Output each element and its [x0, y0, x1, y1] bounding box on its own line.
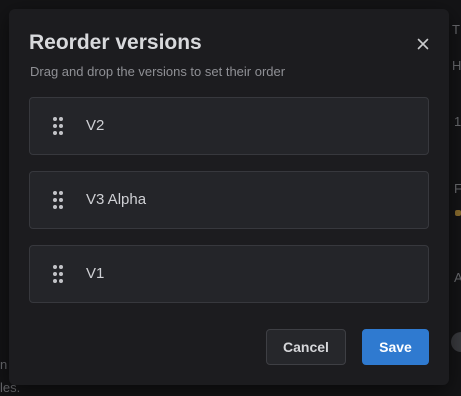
close-icon: [417, 38, 429, 50]
save-button[interactable]: Save: [362, 329, 429, 365]
drag-handle-icon[interactable]: [52, 190, 64, 210]
dialog-title: Reorder versions: [29, 31, 202, 54]
version-list: V2 V3 Alpha V1: [29, 97, 429, 319]
background-text-fragment: F: [454, 181, 461, 196]
background-text-fragment: n: [0, 357, 8, 372]
close-button[interactable]: [413, 34, 433, 54]
reorder-versions-dialog: Reorder versions Drag and drop the versi…: [9, 9, 449, 385]
background-text-fragment: H: [452, 58, 461, 73]
drag-handle-icon[interactable]: [52, 116, 64, 136]
background-avatar: [451, 332, 461, 352]
version-label: V3 Alpha: [86, 191, 147, 208]
background-status-dot: [455, 210, 461, 216]
version-item[interactable]: V3 Alpha: [29, 171, 429, 229]
background-text-fragment: 1: [454, 114, 461, 129]
version-label: V2: [86, 117, 105, 134]
version-item[interactable]: V1: [29, 245, 429, 303]
background-text-fragment: T: [452, 22, 460, 37]
version-label: V1: [86, 265, 105, 282]
version-item[interactable]: V2: [29, 97, 429, 155]
cancel-button[interactable]: Cancel: [266, 329, 346, 365]
dialog-subtitle: Drag and drop the versions to set their …: [30, 64, 286, 79]
drag-handle-icon[interactable]: [52, 264, 64, 284]
background-text-fragment: A: [454, 270, 461, 285]
